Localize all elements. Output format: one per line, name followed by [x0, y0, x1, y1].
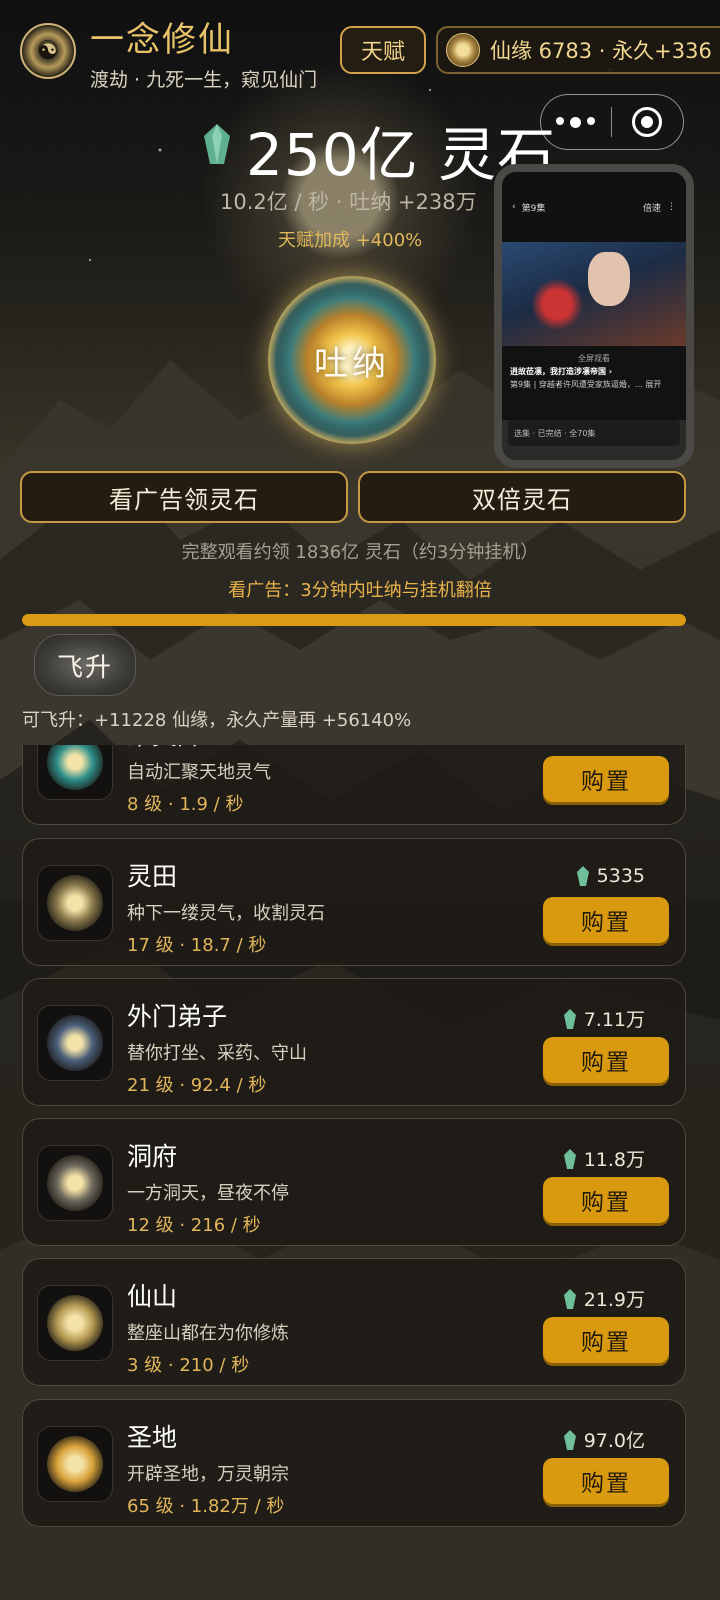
ascend-note: 可飞升：+11228 仙缘，永久产量再 +56140% [22, 710, 412, 731]
double-stones-button[interactable]: 双倍灵石 [358, 471, 686, 523]
orb-label: 吐纳 [314, 343, 390, 384]
video-topbar: ‹ 第9集 倍速 ⋮ [502, 172, 686, 242]
upgrade-card: 圣地开辟圣地，万灵朝宗 65 级 · 1.82万 / 秒 97.0亿购置 [22, 1399, 686, 1527]
xianyuan-coin-icon [446, 33, 480, 67]
upgrade-name: 聚灵阵 [127, 745, 202, 752]
upgrade-name: 圣地 [127, 1423, 178, 1452]
upgrade-name: 外门弟子 [127, 1002, 228, 1031]
meditate-orb-button[interactable]: 吐纳 [268, 276, 436, 444]
mountain-icon [37, 1285, 113, 1361]
upgrade-name: 仙山 [127, 1282, 178, 1311]
video-info: 全屏观看 逍故莅凛，我打造涉凛帝国 › 第9集 | 穿越者许风遭受家族逼婚，… … [502, 346, 686, 420]
show-title[interactable]: 逍故莅凛，我打造涉凛帝国 › [510, 365, 678, 378]
realm-subtitle: 渡劫 · 九死一生，窥见仙门 [90, 69, 318, 91]
disciple-icon [37, 1005, 113, 1081]
buy-button[interactable]: 购置 [543, 897, 669, 943]
fullscreen-label[interactable]: 全屏观看 [510, 352, 678, 365]
upgrade-level: 21 级 · 92.4 / 秒 [127, 1075, 267, 1096]
target-circle-icon[interactable] [612, 107, 684, 137]
upgrade-cost: 5335 [576, 865, 645, 887]
ad-reward-note: 完整观看约领 1836亿 灵石（约3分钟挂机） [181, 542, 539, 563]
back-arrow-icon[interactable]: ‹ [512, 202, 516, 212]
spirit-stone-icon [576, 866, 589, 886]
spirit-stone-icon [563, 1008, 576, 1029]
upgrade-cost: 97.0亿 [563, 1426, 645, 1453]
upgrade-level: 65 级 · 1.82万 / 秒 [127, 1496, 285, 1517]
upgrade-card: 外门弟子替你打坐、采药、守山 21 级 · 92.4 / 秒 7.11万购置 [22, 978, 686, 1106]
upgrade-card: 灵田种下一缕灵气，收割灵石 17 级 · 18.7 / 秒 5335 购置 [22, 838, 686, 966]
episode-summary: 第9集 | 穿越者许风遭受家族逼婚，… 展开 [510, 380, 662, 389]
more-vertical-icon[interactable]: ⋮ [667, 202, 676, 212]
upgrade-level: 8 级 · 1.9 / 秒 [127, 794, 244, 815]
upgrade-card: 仙山整座山都在为你修炼 3 级 · 210 / 秒 21.9万购置 [22, 1258, 686, 1386]
yin-yang-icon: ☯ [36, 36, 60, 66]
buy-button[interactable]: 购置 [543, 1177, 669, 1223]
ad-boost-tip: 看广告：3分钟内吐纳与挂机翻倍 [228, 580, 492, 601]
app-logo: ☯ [20, 23, 76, 79]
array-icon [37, 745, 113, 800]
episode-select-bar[interactable]: 选集 · 已完结 · 全70集 [508, 420, 680, 446]
buy-button[interactable]: 购置 [543, 1458, 669, 1504]
spirit-stone-icon [204, 124, 230, 164]
upgrade-level: 3 级 · 210 / 秒 [127, 1355, 250, 1376]
upgrade-cost: 11.8万 [563, 1145, 645, 1172]
floating-video-window[interactable]: ‹ 第9集 倍速 ⋮ 全屏观看 逍故莅凛，我打造涉凛帝国 › 第9集 | 穿越者… [494, 164, 694, 468]
spirit-stone-icon [563, 1288, 576, 1309]
upgrade-desc: 整座山都在为你修炼 [127, 1323, 289, 1344]
field-icon [37, 865, 113, 941]
buy-button[interactable]: 购置 [543, 756, 669, 802]
upgrade-card: 聚灵阵自动汇聚天地灵气 8 级 · 1.9 / 秒 购置 [22, 745, 686, 825]
holy-land-icon [37, 1426, 113, 1502]
upgrade-name: 灵田 [127, 862, 178, 891]
spirit-stone-icon [563, 1429, 576, 1450]
talent-bonus: 天赋加成 +400% [278, 230, 423, 251]
upgrade-cost: 21.9万 [563, 1285, 645, 1312]
episode-label: 第9集 [521, 203, 546, 214]
upgrade-desc: 自动汇聚天地灵气 [127, 762, 271, 783]
cave-icon [37, 1145, 113, 1221]
ascend-button[interactable]: 飞升 [34, 634, 136, 696]
upgrade-list: 聚灵阵自动汇聚天地灵气8 级 · 1.9 / 秒购置灵田种下一缕灵气，收割灵石1… [0, 745, 720, 1600]
buy-button[interactable]: 购置 [543, 1317, 669, 1363]
upgrade-cost: 7.11万 [563, 1005, 645, 1032]
talent-button[interactable]: 天赋 [340, 26, 426, 74]
spirit-stone-icon [563, 1148, 576, 1169]
stone-rate: 10.2亿 / 秒 · 吐纳 +238万 [220, 190, 477, 214]
app-title: 一念修仙 [90, 20, 234, 60]
upgrade-desc: 一方洞天，昼夜不停 [127, 1183, 289, 1204]
boost-progress-bar [22, 614, 686, 626]
upgrade-card: 洞府一方洞天，昼夜不停 12 级 · 216 / 秒 11.8万购置 [22, 1118, 686, 1246]
buy-button[interactable]: 购置 [543, 1037, 669, 1083]
upgrade-desc: 开辟圣地，万灵朝宗 [127, 1464, 289, 1485]
upgrade-desc: 种下一缕灵气，收割灵石 [127, 903, 325, 924]
miniprogram-capsule [540, 94, 684, 150]
watch-ad-button[interactable]: 看广告领灵石 [20, 471, 348, 523]
upgrade-desc: 替你打坐、采药、守山 [127, 1043, 307, 1064]
xianyuan-badge[interactable]: 仙缘 6783 · 永久+336 [436, 26, 720, 74]
video-frame [502, 242, 686, 346]
upgrade-level: 12 级 · 216 / 秒 [127, 1215, 261, 1236]
upgrade-name: 洞府 [127, 1142, 178, 1171]
upgrade-level: 17 级 · 18.7 / 秒 [127, 935, 267, 956]
speed-label[interactable]: 倍速 [643, 201, 661, 214]
xianyuan-text: 仙缘 6783 · 永久+336 [490, 39, 712, 63]
